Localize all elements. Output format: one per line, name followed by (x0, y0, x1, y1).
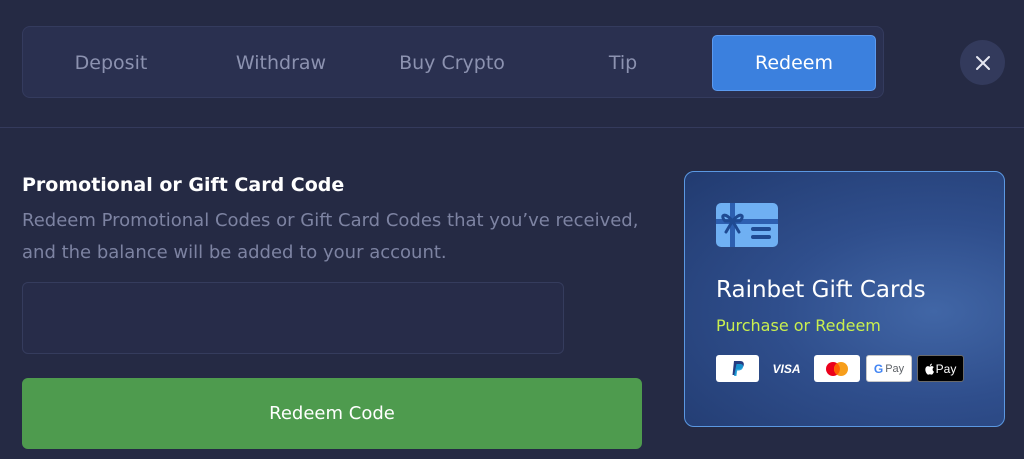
apple-pay-icon: Pay (917, 355, 964, 382)
google-pay-text: Pay (885, 362, 905, 375)
tab-deposit[interactable]: Deposit (29, 35, 193, 91)
code-input[interactable] (22, 282, 564, 354)
tab-withdraw[interactable]: Withdraw (199, 35, 363, 91)
tab-buy-crypto[interactable]: Buy Crypto (370, 35, 534, 91)
apple-pay-text: Pay (935, 361, 957, 376)
gift-card-panel[interactable]: Rainbet Gift Cards Purchase or Redeem VI… (684, 171, 1005, 427)
payment-tabs: Deposit Withdraw Buy Crypto Tip Redeem (22, 26, 884, 98)
gift-card-title: Rainbet Gift Cards (716, 277, 926, 303)
mastercard-icon (814, 355, 860, 382)
header-divider (0, 127, 1024, 128)
google-pay-g: G (873, 361, 884, 376)
tab-redeem[interactable]: Redeem (712, 35, 876, 91)
redeem-code-button[interactable]: Redeem Code (22, 378, 642, 449)
close-button[interactable] (960, 40, 1005, 85)
visa-icon: VISA (772, 361, 801, 376)
gift-card-icon (716, 203, 778, 247)
redeem-description: Redeem Promotional Codes or Gift Card Co… (22, 210, 639, 263)
tab-tip[interactable]: Tip (541, 35, 705, 91)
paypal-icon (716, 355, 759, 382)
redeem-heading: Promotional or Gift Card Code (22, 174, 345, 196)
apple-logo-icon (924, 363, 934, 375)
close-icon (975, 55, 990, 70)
google-pay-icon: G Pay (866, 355, 912, 382)
gift-card-subtitle: Purchase or Redeem (716, 316, 881, 335)
